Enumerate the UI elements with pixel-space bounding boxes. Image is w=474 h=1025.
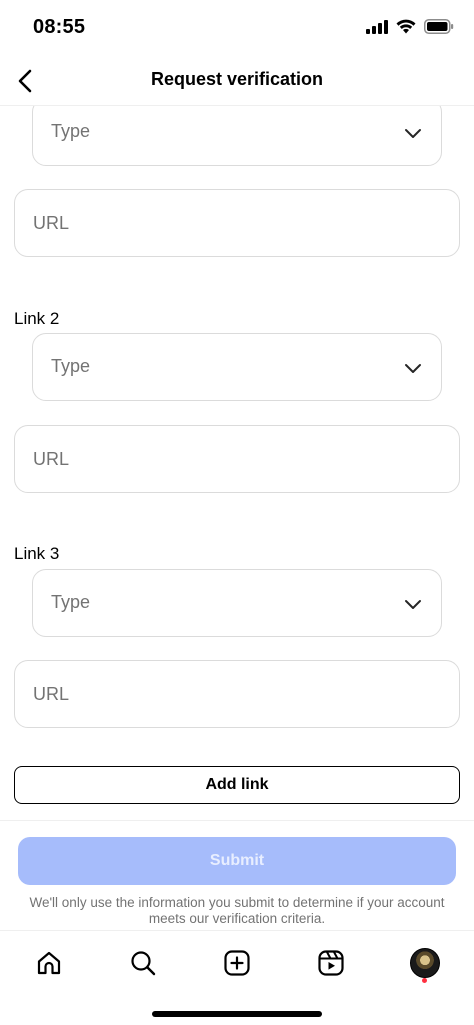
reels-icon [318, 950, 344, 976]
link-3-type-select[interactable]: Type [32, 569, 442, 637]
type-select-placeholder: Type [51, 592, 91, 612]
home-icon [37, 951, 61, 975]
tab-profile[interactable] [405, 943, 445, 983]
tab-search[interactable] [123, 943, 163, 983]
submit-button[interactable]: Submit [18, 837, 456, 885]
link-1-url-field[interactable] [14, 189, 460, 257]
cellular-signal-icon [366, 19, 388, 34]
create-icon [224, 950, 250, 976]
link-3-label: Link 3 [14, 544, 60, 563]
submit-area: Submit We'll only use the information yo… [0, 820, 474, 930]
profile-avatar [410, 948, 440, 978]
tab-home[interactable] [29, 943, 69, 983]
nav-header: Request verification [0, 56, 474, 106]
link-2-url-input[interactable] [15, 426, 459, 492]
status-bar: 08:55 [0, 0, 474, 56]
type-select-placeholder: Type [51, 121, 91, 141]
page-title: Request verification [150, 69, 324, 89]
battery-icon [424, 19, 454, 34]
chevron-down-icon [405, 364, 421, 373]
notification-dot [422, 978, 427, 983]
tab-bar [0, 930, 474, 1025]
link-3-url-input[interactable] [15, 661, 459, 727]
status-icons [366, 19, 454, 34]
search-icon [131, 951, 156, 976]
chevron-down-icon [405, 600, 421, 609]
link-1-type-select[interactable]: Type [32, 106, 442, 166]
link-1-url-input[interactable] [15, 190, 459, 256]
link-2-type-select[interactable]: Type [32, 333, 442, 401]
wifi-icon [396, 19, 416, 34]
form-content[interactable]: Type Link 2 Type Link 3 Type Add link [0, 106, 474, 820]
tab-reels[interactable] [311, 943, 351, 983]
add-link-button[interactable]: Add link [14, 766, 460, 804]
type-select-placeholder: Type [51, 356, 91, 376]
link-2-url-field[interactable] [14, 425, 460, 493]
link-3-url-field[interactable] [14, 660, 460, 728]
tab-create[interactable] [217, 943, 257, 983]
disclaimer-text: We'll only use the information you submi… [29, 895, 445, 926]
chevron-down-icon [405, 129, 421, 138]
status-time: 08:55 [33, 16, 86, 38]
link-2-label: Link 2 [14, 309, 60, 328]
home-indicator [152, 1011, 322, 1017]
